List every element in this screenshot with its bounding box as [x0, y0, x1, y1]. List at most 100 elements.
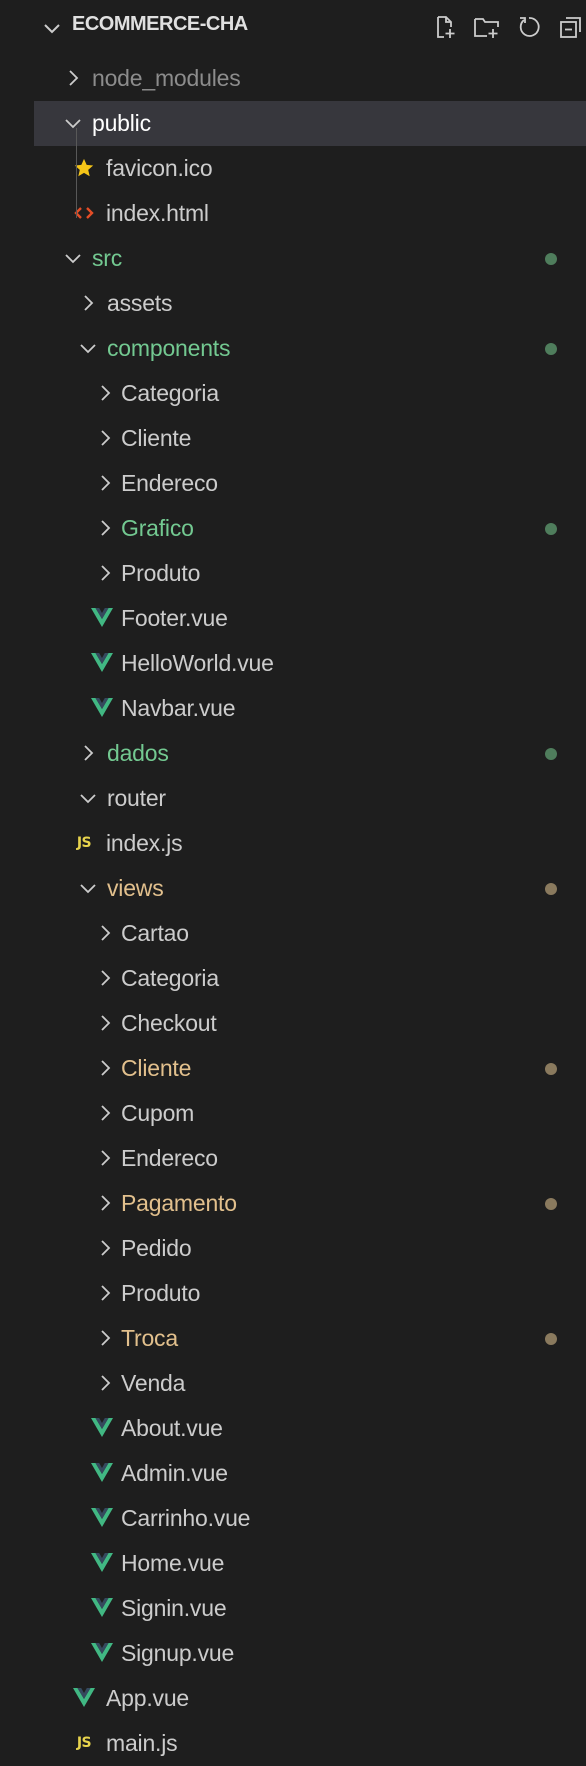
tree-item-label: Endereco — [121, 470, 218, 496]
chevron-right-icon[interactable] — [94, 472, 116, 494]
tree-file-row[interactable]: favicon.ico — [0, 146, 586, 191]
tree-file-row[interactable]: Carrinho.vue — [0, 1496, 586, 1541]
tree-item-label: main.js — [106, 1730, 178, 1756]
tree-item-label: Produto — [121, 1280, 201, 1306]
tree-folder-row[interactable]: node_modules — [0, 56, 586, 101]
chevron-right-icon[interactable] — [62, 67, 84, 89]
tree-folder-row[interactable]: dados — [0, 731, 586, 776]
vue-icon — [90, 606, 114, 630]
chevron-right-icon[interactable] — [77, 742, 99, 764]
file-tree: node_modulespublic favicon.ico index.html s… — [0, 56, 586, 1766]
tree-folder-row[interactable]: Cartao — [0, 911, 586, 956]
tree-item-label: HelloWorld.vue — [121, 650, 274, 676]
tree-file-row[interactable]: App.vue — [0, 1676, 586, 1721]
tree-file-row[interactable]: Signup.vue — [0, 1631, 586, 1676]
chevron-down-icon[interactable] — [62, 112, 84, 134]
chevron-right-icon[interactable] — [94, 427, 116, 449]
git-status-dot — [545, 253, 557, 265]
tree-folder-row[interactable]: Categoria — [0, 371, 586, 416]
tree-folder-row[interactable]: Cliente — [0, 1046, 586, 1091]
chevron-down-icon[interactable] — [77, 337, 99, 359]
tree-folder-row[interactable]: views — [0, 866, 586, 911]
tree-item-label: Endereco — [121, 1145, 218, 1171]
tree-item-label: Signup.vue — [121, 1640, 235, 1666]
chevron-right-icon[interactable] — [94, 922, 116, 944]
tree-folder-row[interactable]: Pagamento — [0, 1181, 586, 1226]
vue-icon — [90, 1551, 114, 1575]
tree-folder-row[interactable]: src — [0, 236, 586, 281]
chevron-down-icon[interactable] — [77, 877, 99, 899]
chevron-down-icon[interactable] — [77, 787, 99, 809]
tree-folder-row[interactable]: Checkout — [0, 1001, 586, 1046]
chevron-right-icon[interactable] — [94, 1057, 116, 1079]
tree-item-label: index.html — [106, 200, 209, 226]
tree-item-label: Pedido — [121, 1235, 192, 1261]
chevron-down-icon[interactable] — [41, 17, 63, 39]
chevron-right-icon[interactable] — [94, 562, 116, 584]
tree-file-row[interactable]: Home.vue — [0, 1541, 586, 1586]
tree-file-row[interactable]: Admin.vue — [0, 1451, 586, 1496]
git-status-dot — [545, 748, 557, 760]
tree-folder-row[interactable]: Endereco — [0, 461, 586, 506]
tree-folder-row[interactable]: Categoria — [0, 956, 586, 1001]
chevron-down-icon[interactable] — [62, 247, 84, 269]
chevron-right-icon[interactable] — [94, 1282, 116, 1304]
tree-file-row[interactable]: index.html — [0, 191, 586, 236]
git-status-dot — [545, 1333, 557, 1345]
indent-guide — [76, 128, 77, 218]
tree-folder-row[interactable]: Endereco — [0, 1136, 586, 1181]
tree-folder-row[interactable]: Produto — [0, 551, 586, 596]
tree-item-label: Carrinho.vue — [121, 1505, 251, 1531]
tree-item-label: Categoria — [121, 380, 219, 406]
chevron-right-icon[interactable] — [94, 967, 116, 989]
tree-file-row[interactable]: Footer.vue — [0, 596, 586, 641]
tree-folder-row[interactable]: public — [0, 101, 586, 146]
tree-file-row[interactable]: JS main.js — [0, 1721, 586, 1766]
tree-folder-row[interactable]: components — [0, 326, 586, 371]
explorer-header[interactable]: ECOMMERCE-CHA — [0, 0, 586, 56]
vue-icon — [90, 1506, 114, 1530]
tree-item-label: router — [107, 785, 166, 811]
chevron-right-icon[interactable] — [94, 1102, 116, 1124]
tree-folder-row[interactable]: router — [0, 776, 586, 821]
tree-folder-row[interactable]: Troca — [0, 1316, 586, 1361]
tree-folder-row[interactable]: Cupom — [0, 1091, 586, 1136]
js-icon: JS — [76, 1735, 92, 1751]
chevron-right-icon[interactable] — [94, 382, 116, 404]
chevron-right-icon[interactable] — [94, 1372, 116, 1394]
tree-item-label: Home.vue — [121, 1550, 225, 1576]
tree-folder-row[interactable]: assets — [0, 281, 586, 326]
tree-item-label: Signin.vue — [121, 1595, 227, 1621]
vue-icon — [90, 1596, 114, 1620]
chevron-right-icon[interactable] — [94, 1327, 116, 1349]
tree-file-row[interactable]: Signin.vue — [0, 1586, 586, 1631]
tree-item-label: favicon.ico — [106, 155, 213, 181]
chevron-right-icon[interactable] — [94, 1012, 116, 1034]
new-folder-icon[interactable] — [472, 12, 502, 42]
chevron-right-icon[interactable] — [94, 517, 116, 539]
tree-item-label: Pagamento — [121, 1190, 237, 1216]
collapse-all-icon[interactable] — [556, 12, 586, 42]
git-status-dot — [545, 1063, 557, 1075]
chevron-right-icon[interactable] — [94, 1192, 116, 1214]
chevron-right-icon[interactable] — [94, 1147, 116, 1169]
tree-item-label: public — [92, 110, 151, 136]
tree-item-label: src — [92, 245, 123, 271]
new-file-icon[interactable] — [430, 12, 460, 42]
tree-item-label: Cartao — [121, 920, 189, 946]
tree-item-label: components — [107, 335, 231, 361]
chevron-right-icon[interactable] — [94, 1237, 116, 1259]
tree-folder-row[interactable]: Grafico — [0, 506, 586, 551]
tree-folder-row[interactable]: Cliente — [0, 416, 586, 461]
tree-item-label: index.js — [106, 830, 183, 856]
tree-file-row[interactable]: Navbar.vue — [0, 686, 586, 731]
tree-folder-row[interactable]: Venda — [0, 1361, 586, 1406]
refresh-icon[interactable] — [514, 12, 544, 42]
chevron-right-icon[interactable] — [77, 292, 99, 314]
tree-file-row[interactable]: HelloWorld.vue — [0, 641, 586, 686]
tree-file-row[interactable]: About.vue — [0, 1406, 586, 1451]
tree-folder-row[interactable]: Pedido — [0, 1226, 586, 1271]
tree-file-row[interactable]: JS index.js — [0, 821, 586, 866]
tree-item-label: Grafico — [121, 515, 194, 541]
tree-folder-row[interactable]: Produto — [0, 1271, 586, 1316]
